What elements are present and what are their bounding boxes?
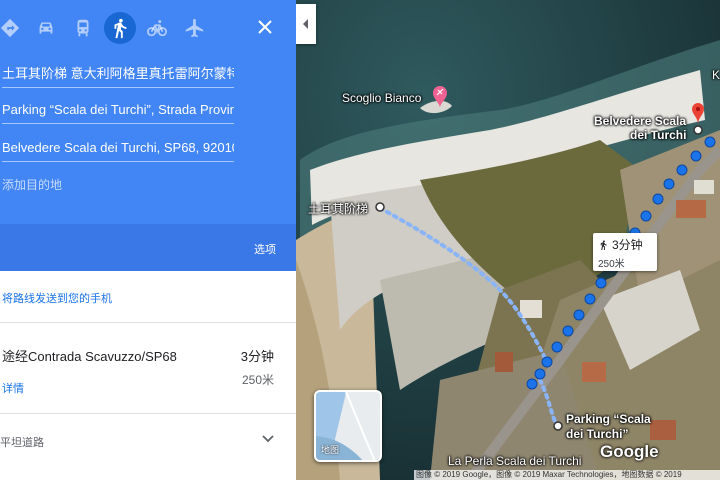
flat-road-label: 平坦道路 [0, 437, 44, 449]
cycling-icon[interactable] [141, 12, 173, 44]
route-title[interactable]: 途经Contrada Scavuzzo/SP68 [2, 346, 177, 365]
walking-icon [600, 239, 607, 250]
google-logo: Google [600, 442, 659, 461]
stop-2-field[interactable]: Parking “Scala dei Turchi”, Strada Provi… [2, 100, 234, 124]
parking-label-line1[interactable]: Parking “Scala [566, 412, 651, 426]
chevron-down-icon[interactable] [260, 430, 276, 446]
car-icon[interactable] [30, 12, 62, 44]
destination-label-line2[interactable]: dei Turchi [630, 128, 686, 142]
directions-panel: 土耳其阶梯 意大利阿格里真托雷阿尔蒙特 Parking “Scala dei T… [0, 0, 296, 480]
route-time-callout[interactable]: 3分钟 250米 [593, 233, 657, 271]
directions-header: 土耳其阶梯 意大利阿格里真托雷阿尔蒙特 Parking “Scala dei T… [0, 0, 296, 271]
route-distance: 250米 [241, 373, 274, 387]
destination-label-line1[interactable]: Belvedere Scala [594, 114, 686, 128]
satellite-map[interactable]: Scoglio Bianco Belvedere Scala dei Turch… [296, 0, 720, 480]
flight-icon[interactable] [178, 12, 210, 44]
edge-label: K [712, 68, 720, 82]
add-destination-field[interactable]: 添加目的地 [2, 176, 62, 193]
stop-3-field[interactable]: Belvedere Scala dei Turchi, SP68, 92010 [2, 138, 234, 162]
origin-label[interactable]: 土耳其阶梯 [308, 200, 368, 217]
divider [0, 413, 296, 414]
parking-label-line2[interactable]: dei Turchi” [566, 427, 628, 441]
transit-icon[interactable] [67, 12, 99, 44]
map-type-toggle[interactable]: 地图 [314, 390, 382, 462]
walking-icon[interactable] [104, 12, 136, 44]
poi-label-scoglio[interactable]: Scoglio Bianco [342, 91, 421, 105]
mini-map-label: 地图 [321, 445, 340, 455]
callout-distance: 250米 [598, 259, 625, 270]
map-attribution[interactable]: 图像 © 2019 Google，图像 © 2019 Maxar Technol… [414, 470, 720, 480]
close-icon[interactable] [250, 12, 280, 42]
details-link[interactable]: 详情 [2, 380, 24, 396]
options-button[interactable]: 选项 [254, 241, 276, 257]
best-route-icon[interactable] [0, 12, 26, 44]
callout-time: 3分钟 [612, 238, 643, 252]
options-bar [0, 224, 296, 271]
divider [0, 322, 296, 323]
poi-label-perla[interactable]: La Perla Scala dei Turchi [448, 454, 581, 468]
collapse-panel-button[interactable] [296, 4, 316, 44]
route-time: 3分钟 [240, 349, 274, 364]
send-to-phone-link[interactable]: 将路线发送到您的手机 [2, 290, 112, 306]
stop-1-field[interactable]: 土耳其阶梯 意大利阿格里真托雷阿尔蒙特 [2, 64, 234, 88]
